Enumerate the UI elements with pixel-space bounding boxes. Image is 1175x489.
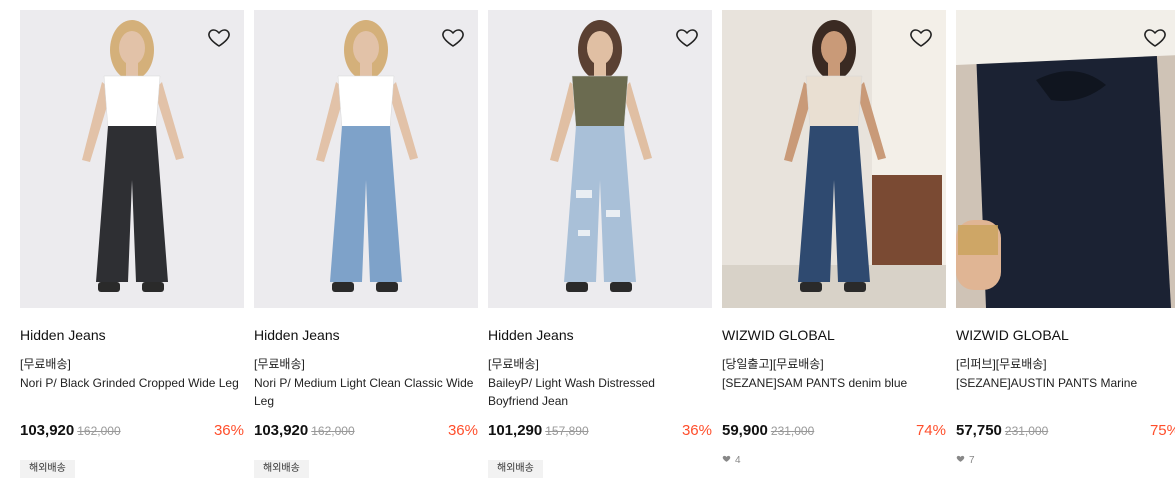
original-price: 162,000 xyxy=(311,424,355,438)
overseas-shipping-badge: 해외배송 xyxy=(20,460,75,478)
discount-rate: 75% xyxy=(1149,422,1175,439)
discount-rate: 74% xyxy=(915,422,946,439)
overseas-shipping-badge: 해외배송 xyxy=(254,460,309,478)
discount-rate: 36% xyxy=(213,422,244,439)
product-name[interactable]: [SEZANE]SAM PANTS denim blue xyxy=(722,374,946,410)
product-image[interactable] xyxy=(254,10,478,308)
brand-name[interactable]: Hidden Jeans xyxy=(20,326,244,344)
product-tag: [당일출고][무료배송] xyxy=(722,357,824,371)
product-tag: [리퍼브][무료배송] xyxy=(956,357,1047,371)
product-image[interactable] xyxy=(488,10,712,308)
heart-outline-icon[interactable] xyxy=(909,25,933,49)
like-count-value: 7 xyxy=(969,454,975,466)
product-tag: [무료배송] xyxy=(488,357,539,371)
like-count: 4 xyxy=(722,453,946,467)
heart-filled-icon xyxy=(722,454,731,466)
original-price: 157,890 xyxy=(545,424,589,438)
brand-name[interactable]: WIZWID GLOBAL xyxy=(722,326,946,344)
product-image[interactable] xyxy=(20,10,244,308)
product-image[interactable] xyxy=(722,10,946,308)
heart-outline-icon[interactable] xyxy=(675,25,699,49)
discount-rate: 36% xyxy=(447,422,478,439)
sale-price: 101,290 xyxy=(488,422,543,439)
product-card[interactable]: WIZWID GLOBAL [당일출고][무료배송] [SEZANE]SAM PAN… xyxy=(722,10,946,467)
discount-rate: 36% xyxy=(681,422,712,439)
product-grid: Hidden Jeans [무료배송] Nori P/ Black Grinded … xyxy=(0,0,1175,489)
like-count: 7 xyxy=(956,453,1175,467)
product-card[interactable]: Hidden Jeans [무료배송] Nori P/ Black Grinded … xyxy=(20,10,244,478)
price-row: 59,900 231,000 74% xyxy=(722,422,946,444)
brand-name[interactable]: WIZWID GLOBAL xyxy=(956,326,1175,344)
original-price: 162,000 xyxy=(77,424,121,438)
price-row: 103,920 162,000 36% xyxy=(254,422,478,444)
price-row: 57,750231,000 75% xyxy=(956,422,1175,444)
sale-price: 59,900 xyxy=(722,422,768,439)
sale-price: 103,920 xyxy=(254,422,309,439)
product-card[interactable]: WIZWID GLOBAL [리퍼브][무료배송] [SEZANE]AUSTIN P… xyxy=(956,10,1175,467)
heart-outline-icon[interactable] xyxy=(207,25,231,49)
original-price: 231,000 xyxy=(1004,424,1049,438)
like-count-value: 4 xyxy=(735,454,741,466)
product-name[interactable]: Nori P/ Medium Light Clean Classic Wide … xyxy=(254,374,478,410)
sale-price: 103,920 xyxy=(20,422,75,439)
product-tag: [무료배송] xyxy=(20,357,71,371)
original-price: 231,000 xyxy=(770,424,815,438)
product-name[interactable]: [SEZANE]AUSTIN PANTS Marine xyxy=(956,374,1175,410)
product-tag: [무료배송] xyxy=(254,357,305,371)
product-name[interactable]: Nori P/ Black Grinded Cropped Wide Leg xyxy=(20,374,244,410)
heart-outline-icon[interactable] xyxy=(441,25,465,49)
overseas-shipping-badge: 해외배송 xyxy=(488,460,543,478)
heart-outline-icon[interactable] xyxy=(1143,25,1167,49)
brand-name[interactable]: Hidden Jeans xyxy=(488,326,712,344)
product-name[interactable]: BaileyP/ Light Wash Distressed Boyfriend… xyxy=(488,374,712,410)
product-card[interactable]: Hidden Jeans [무료배송] Nori P/ Medium Light C… xyxy=(254,10,478,478)
heart-filled-icon xyxy=(956,454,965,466)
price-row: 103,920 162,000 36% xyxy=(20,422,244,444)
price-row: 101,290 157,890 36% xyxy=(488,422,712,444)
brand-name[interactable]: Hidden Jeans xyxy=(254,326,478,344)
product-image[interactable] xyxy=(956,10,1175,308)
product-card[interactable]: Hidden Jeans [무료배송] BaileyP/ Light Wash Di… xyxy=(488,10,712,478)
sale-price: 57,750 xyxy=(956,422,1002,439)
